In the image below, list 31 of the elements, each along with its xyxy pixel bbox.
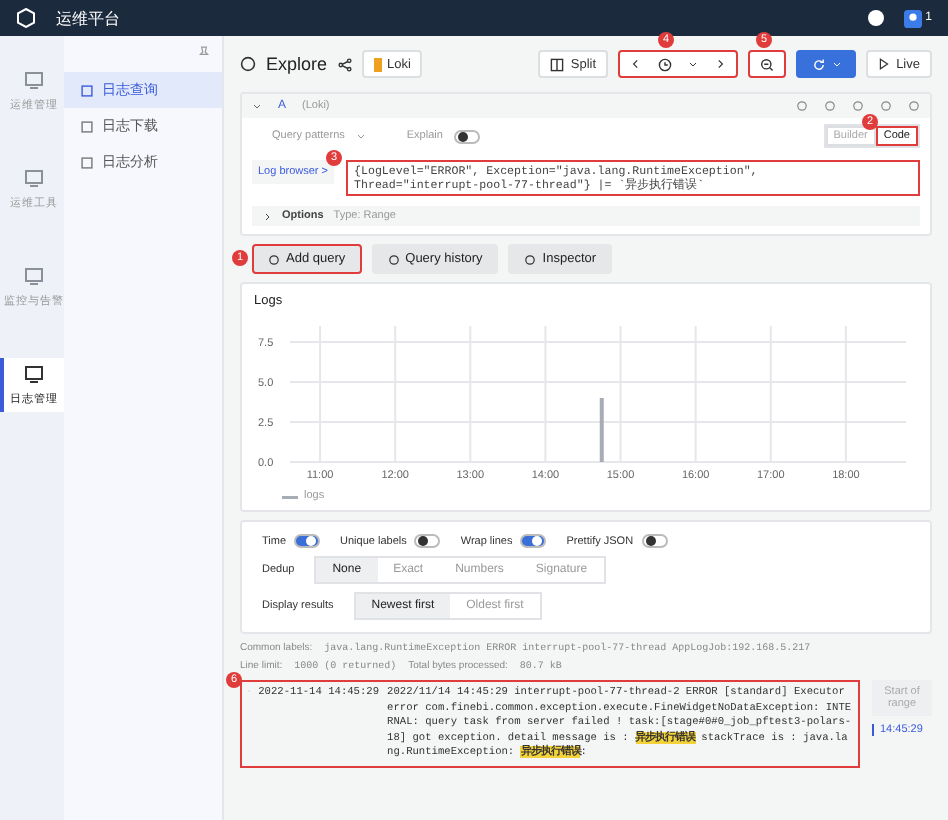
page-title: Explore [266,54,328,74]
explain-toggle[interactable] [454,129,481,143]
columns-icon [550,57,565,71]
document-icon [80,119,94,133]
share-icon [337,57,352,71]
zoom-out-button[interactable] [748,50,787,78]
refresh-icon [811,57,826,71]
zoom-out-icon [760,57,775,71]
time-picker[interactable] [618,50,739,78]
toggle-switch[interactable] [520,534,547,548]
monitor-icon [24,266,44,286]
toggle-switch[interactable] [294,534,321,548]
logo-icon [16,8,36,28]
datasource-logo-icon [373,57,382,71]
monitor-icon [24,168,44,188]
monitor-icon [24,364,44,384]
document-icon [80,83,94,97]
monitor-icon [24,70,44,90]
chart-bar [599,398,604,462]
chevron-right-icon [714,58,727,70]
document-icon [80,155,94,169]
toggle-switch[interactable] [414,534,441,548]
toggle-switch[interactable] [641,534,668,548]
refresh-button[interactable] [796,50,857,78]
log-row[interactable] [240,680,860,768]
app-title: 运维平台 [56,7,120,29]
avatar-icon[interactable] [903,9,922,27]
pin-icon[interactable] [198,46,210,58]
chevron-left-icon [630,58,643,70]
play-icon [878,58,891,70]
clock-icon [658,57,673,71]
